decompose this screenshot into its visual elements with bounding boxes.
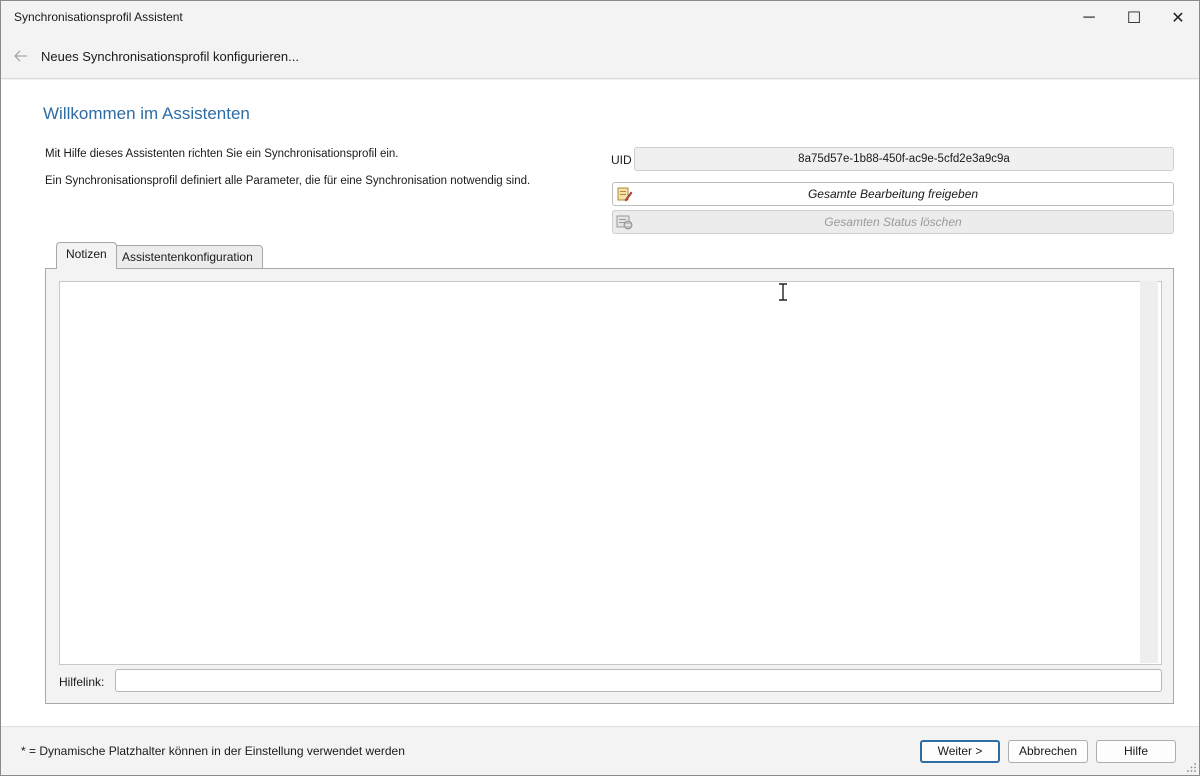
next-button[interactable]: Weiter > xyxy=(920,740,1000,763)
close-icon: ✕ xyxy=(1171,10,1185,27)
window-title: Synchronisationsprofil Assistent xyxy=(14,10,183,24)
notes-tab-panel: Hilfelink: xyxy=(45,268,1174,704)
clear-status-button[interactable]: Gesamten Status löschen xyxy=(612,210,1174,234)
close-button[interactable]: ✕ xyxy=(1156,1,1200,35)
placeholder-footnote: * = Dynamische Platzhalter können in der… xyxy=(21,744,405,758)
uid-label: UID xyxy=(611,153,632,167)
title-bar: Synchronisationsprofil Assistent ─ ☐ ✕ xyxy=(1,1,1199,35)
release-editing-label: Gesamte Bearbeitung freigeben xyxy=(807,187,979,201)
cancel-button[interactable]: Abbrechen xyxy=(1008,740,1088,763)
notes-scrollbar[interactable] xyxy=(1140,281,1158,663)
tab-assistentenkonfiguration-label: Assistentenkonfiguration xyxy=(122,250,253,264)
arrow-left-icon xyxy=(14,50,27,62)
release-editing-button[interactable]: Gesamte Bearbeitung freigeben xyxy=(612,182,1174,206)
notes-textarea[interactable] xyxy=(59,281,1162,665)
back-button[interactable] xyxy=(11,46,31,66)
help-link-label: Hilfelink: xyxy=(59,675,105,689)
wizard-window: Synchronisationsprofil Assistent ─ ☐ ✕ N… xyxy=(0,0,1200,776)
page-heading: Neues Synchronisationsprofil konfigurier… xyxy=(41,49,299,64)
tab-assistentenkonfiguration[interactable]: Assistentenkonfiguration xyxy=(112,245,263,268)
description-line-2: Ein Synchronisationsprofil definiert all… xyxy=(45,175,531,187)
maximize-icon: ☐ xyxy=(1126,10,1142,27)
description-line-1: Mit Hilfe dieses Assistenten richten Sie… xyxy=(45,148,399,160)
text-cursor-icon xyxy=(779,283,787,301)
welcome-title: Willkommen im Assistenten xyxy=(43,104,250,123)
wizard-header: Neues Synchronisationsprofil konfigurier… xyxy=(1,35,1199,79)
clear-status-label: Gesamten Status löschen xyxy=(824,215,962,229)
uid-field[interactable]: 8a75d57e-1b88-450f-ac9e-5cfd2e3a9c9a xyxy=(634,147,1174,171)
help-button[interactable]: Hilfe xyxy=(1096,740,1176,763)
minimize-button[interactable]: ─ xyxy=(1067,1,1111,35)
edit-document-icon xyxy=(617,187,633,202)
minimize-icon: ─ xyxy=(1083,9,1095,26)
clear-status-icon xyxy=(616,215,633,230)
maximize-button[interactable]: ☐ xyxy=(1112,1,1156,35)
tab-notizen[interactable]: Notizen xyxy=(56,242,117,269)
resize-grip-icon[interactable] xyxy=(1187,763,1197,773)
tab-notizen-label: Notizen xyxy=(66,247,107,261)
wizard-content: Willkommen im Assistenten Mit Hilfe dies… xyxy=(1,80,1199,726)
help-link-input[interactable] xyxy=(115,669,1162,692)
wizard-footer: * = Dynamische Platzhalter können in der… xyxy=(1,726,1199,775)
